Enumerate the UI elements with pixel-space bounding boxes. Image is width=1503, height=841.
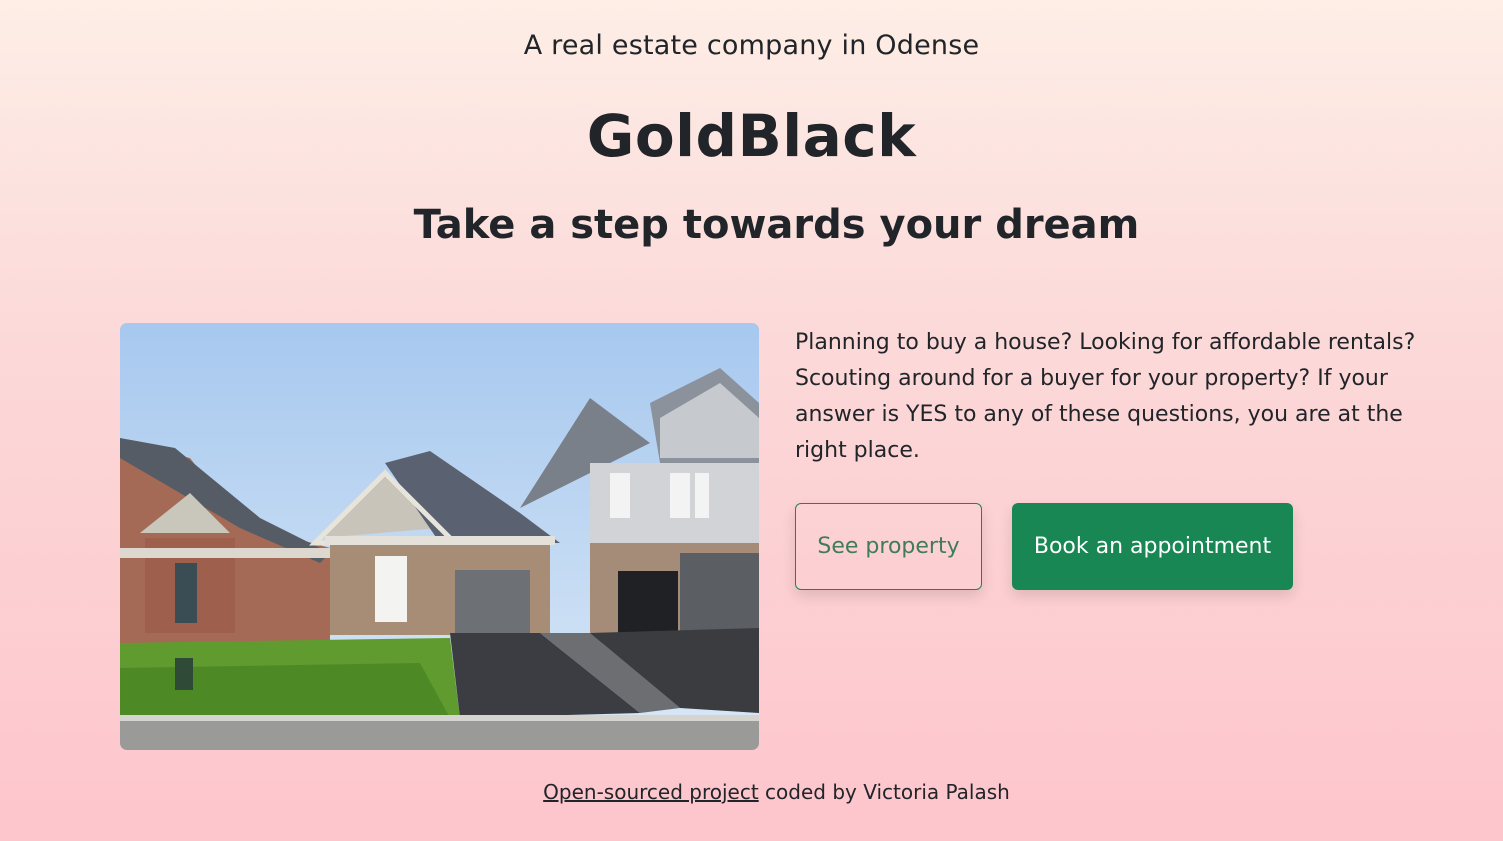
book-appointment-button[interactable]: Book an appointment <box>1012 503 1293 590</box>
open-source-link[interactable]: Open-sourced project <box>543 780 759 804</box>
intro-paragraph: Planning to buy a house? Looking for aff… <box>795 330 1416 463</box>
footer-credit-text: coded by Victoria Palash <box>758 780 1010 804</box>
footer-credit: Open-sourced project coded by Victoria P… <box>0 780 1503 804</box>
see-property-button[interactable]: See property <box>795 503 982 590</box>
page-slogan: Take a step towards your dream <box>413 202 1140 248</box>
brand-title: GoldBlack <box>586 102 917 170</box>
company-tagline: A real estate company in Odense <box>523 30 980 61</box>
hero-image <box>120 323 759 750</box>
